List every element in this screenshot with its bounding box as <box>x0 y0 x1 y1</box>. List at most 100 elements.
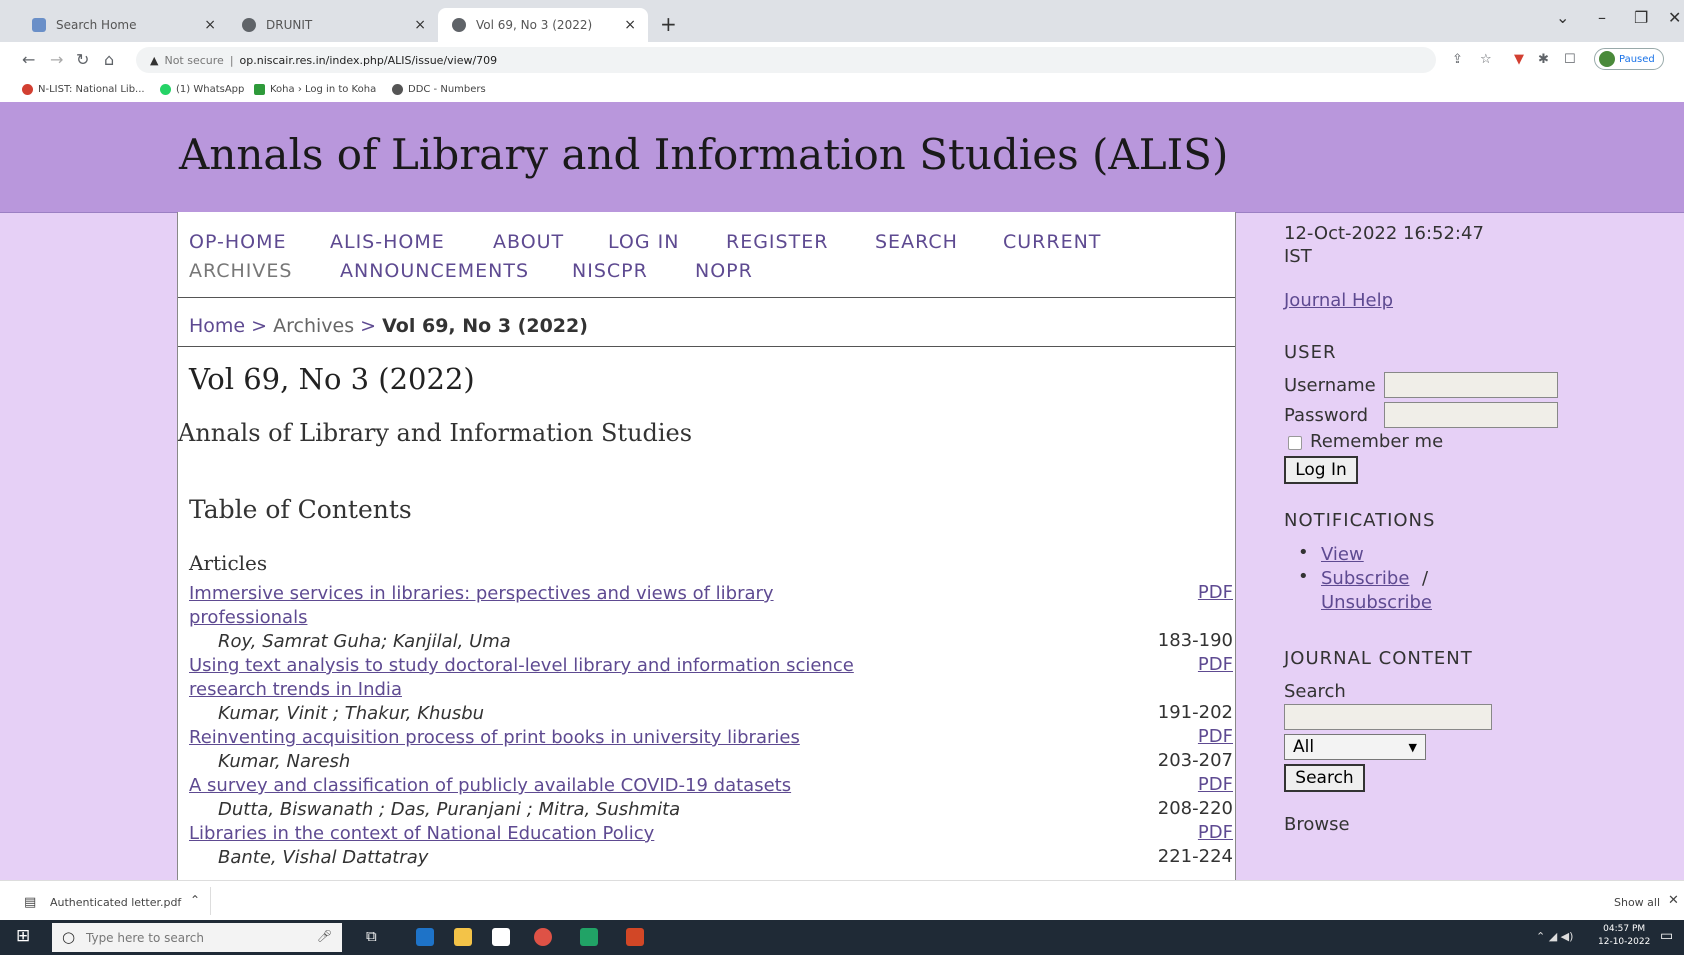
whatsapp-icon <box>160 84 171 95</box>
tab-search-icon[interactable]: ⌄ <box>1556 8 1569 27</box>
tab-drunit[interactable]: DRUNIT × <box>228 8 438 42</box>
browser-tab-strip: Search Home × DRUNIT × Vol 69, No 3 (202… <box>0 0 1684 42</box>
notifications-view-link[interactable]: View <box>1321 544 1364 565</box>
nav-log-in[interactable]: LOG IN <box>608 231 679 253</box>
reload-icon[interactable]: ↻ <box>76 50 89 69</box>
article-title-link[interactable]: Reinventing acquisition process of print… <box>189 726 1089 750</box>
nav-search[interactable]: SEARCH <box>875 231 958 253</box>
tab-vol-69[interactable]: Vol 69, No 3 (2022) × <box>438 8 648 42</box>
share-icon[interactable]: ⇪ <box>1452 52 1463 67</box>
search-favicon-icon <box>32 18 46 32</box>
breadcrumb-archives[interactable]: Archives <box>273 315 354 337</box>
extension-icon[interactable]: ▼ <box>1514 52 1524 67</box>
nav-op-home[interactable]: OP-HOME <box>189 231 287 253</box>
tab-title: DRUNIT <box>266 18 313 32</box>
profile-button[interactable]: Paused <box>1594 48 1664 70</box>
article-title-link[interactable]: Using text analysis to study doctoral-le… <box>189 654 889 702</box>
password-input[interactable] <box>1384 402 1558 428</box>
close-icon[interactable]: × <box>624 17 636 33</box>
article-title-link[interactable]: Libraries in the context of National Edu… <box>189 822 1089 846</box>
site-nav: OP-HOME ALIS-HOME ABOUT LOG IN REGISTER … <box>178 212 1235 298</box>
nav-archives[interactable]: ARCHIVES <box>189 260 292 282</box>
search-scope-select[interactable]: All ▼ <box>1284 734 1426 760</box>
pdf-link[interactable]: PDF <box>1198 822 1233 843</box>
chevron-down-icon: ▼ <box>1408 740 1417 754</box>
nav-alis-home[interactable]: ALIS-HOME <box>330 231 445 253</box>
article-title-link[interactable]: A survey and classification of publicly … <box>189 774 1089 798</box>
nav-current[interactable]: CURRENT <box>1003 231 1101 253</box>
minimize-button[interactable]: – <box>1598 8 1606 27</box>
bookmark-item[interactable]: Koha › Log in to Koha <box>254 84 376 95</box>
user-heading: USER <box>1284 342 1337 363</box>
remember-me-checkbox[interactable] <box>1288 436 1302 450</box>
download-bar: ▤ Authenticated letter.pdf ⌃ Show all ✕ <box>0 880 1684 921</box>
browse-heading: Browse <box>1284 814 1350 835</box>
bookmark-item[interactable]: N-LIST: National Lib... <box>22 84 145 95</box>
article-authors: Kumar, Naresh <box>218 751 351 772</box>
close-icon[interactable]: × <box>204 17 216 33</box>
pdf-link[interactable]: PDF <box>1198 582 1233 603</box>
windows-taskbar: ⊞ ○ Type here to search 🎤︎ ⧉ ⌃ ◢ ◀) 04:5… <box>0 920 1684 955</box>
windows-start-icon[interactable]: ⊞ <box>16 926 30 946</box>
close-window-button[interactable]: ✕ <box>1668 8 1681 27</box>
close-icon[interactable]: × <box>414 17 426 33</box>
profile-status: Paused <box>1619 53 1655 65</box>
article-pages: 221-224 <box>1157 846 1233 867</box>
globe-icon <box>452 18 466 32</box>
taskbar-search-box[interactable]: ○ Type here to search 🎤︎ <box>52 923 342 952</box>
file-explorer-icon[interactable] <box>454 928 472 946</box>
side-panel-icon[interactable]: ☐ <box>1564 52 1576 67</box>
microphone-icon[interactable]: 🎤︎ <box>317 929 332 943</box>
unsubscribe-link[interactable]: Unsubscribe <box>1321 592 1432 613</box>
toc-heading: Table of Contents <box>189 495 412 524</box>
pdf-link[interactable]: PDF <box>1198 774 1233 795</box>
home-icon[interactable]: ⌂ <box>104 50 114 69</box>
nav-niscpr[interactable]: NISCPR <box>572 260 648 282</box>
journal-help-link[interactable]: Journal Help <box>1284 290 1393 311</box>
chevron-up-icon[interactable]: ⌃ <box>190 893 200 907</box>
bookmark-star-icon[interactable]: ☆ <box>1480 52 1492 67</box>
nav-announcements[interactable]: ANNOUNCEMENTS <box>340 260 529 282</box>
nav-about[interactable]: ABOUT <box>493 231 564 253</box>
subscribe-link[interactable]: Subscribe <box>1321 568 1409 589</box>
edge-icon[interactable] <box>416 928 434 946</box>
bookmark-item[interactable]: DDC - Numbers <box>392 84 486 95</box>
search-button[interactable]: Search <box>1284 764 1365 792</box>
task-view-icon[interactable]: ⧉ <box>366 927 377 945</box>
store-icon[interactable] <box>492 928 510 946</box>
chrome-icon[interactable] <box>534 928 552 946</box>
back-icon[interactable]: ← <box>22 50 35 69</box>
pdf-link[interactable]: PDF <box>1198 726 1233 747</box>
excel-icon[interactable] <box>580 928 598 946</box>
article-title-link[interactable]: Immersive services in libraries: perspec… <box>189 582 889 630</box>
system-tray-icons[interactable]: ⌃ ◢ ◀) <box>1536 930 1573 943</box>
address-bar[interactable]: ▲ Not secure | op.niscair.res.in/index.p… <box>136 47 1436 73</box>
log-in-button[interactable]: Log In <box>1284 456 1358 484</box>
section-heading: Articles <box>189 551 268 575</box>
breadcrumb-home[interactable]: Home <box>189 315 245 337</box>
restore-button[interactable]: ❐ <box>1634 8 1648 27</box>
bookmark-item[interactable]: (1) WhatsApp <box>160 84 244 95</box>
notification-center-icon[interactable]: ▭ <box>1660 928 1673 944</box>
divider <box>178 346 1235 347</box>
password-label: Password <box>1284 405 1369 426</box>
new-tab-button[interactable]: + <box>660 12 677 36</box>
pdf-link[interactable]: PDF <box>1198 654 1233 675</box>
powerpoint-icon[interactable] <box>626 928 644 946</box>
forward-icon[interactable]: → <box>50 50 63 69</box>
tab-search-home[interactable]: Search Home × <box>18 8 228 42</box>
search-input[interactable] <box>1284 704 1492 730</box>
extensions-puzzle-icon[interactable]: ✱ <box>1538 52 1549 67</box>
bookmark-favicon-icon <box>22 84 33 95</box>
remember-me-label: Remember me <box>1310 431 1444 452</box>
show-all-button[interactable]: Show all <box>1614 896 1660 909</box>
breadcrumb: Home > Archives > Vol 69, No 3 (2022) <box>189 315 588 337</box>
username-input[interactable] <box>1384 372 1558 398</box>
download-item[interactable]: Authenticated letter.pdf <box>50 896 181 909</box>
avatar <box>1599 51 1615 67</box>
clock[interactable]: 04:57 PM 12-10-2022 <box>1598 923 1650 949</box>
datetime: 12-Oct-2022 16:52:47 IST <box>1284 223 1484 267</box>
close-icon[interactable]: ✕ <box>1668 893 1679 908</box>
nav-nopr[interactable]: NOPR <box>695 260 753 282</box>
nav-register[interactable]: REGISTER <box>726 231 828 253</box>
